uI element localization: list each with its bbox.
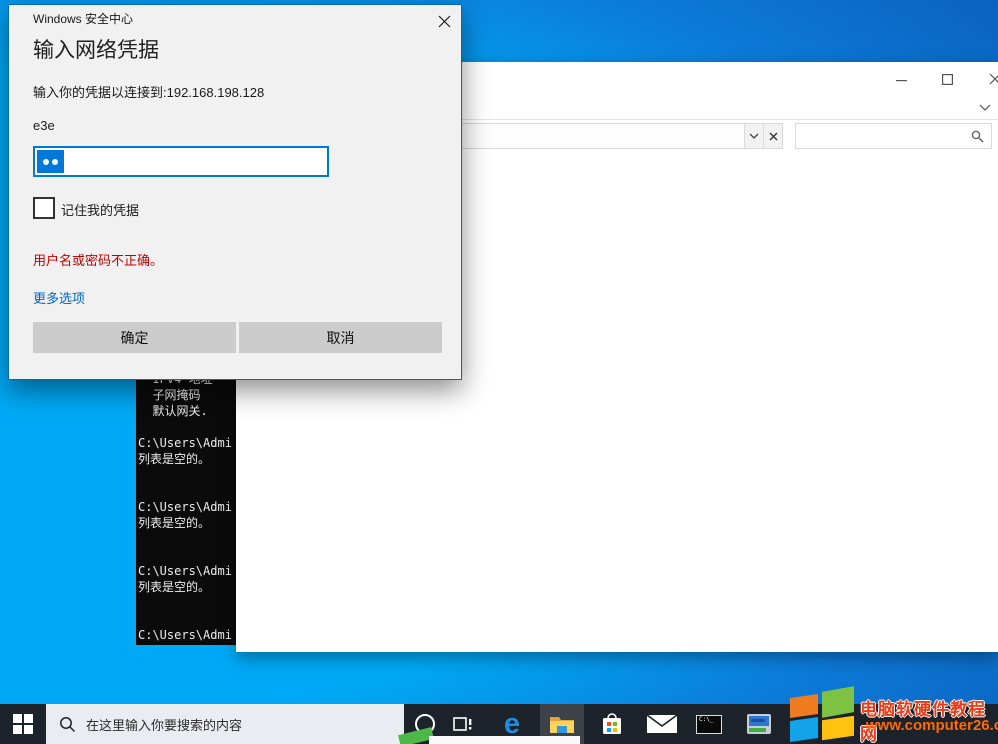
edge-icon: e	[504, 710, 520, 739]
desktop: IPv4 地址 子网掩码 默认网关. C:\Users\Admi 列表是空的。 …	[0, 0, 998, 744]
store-icon	[600, 712, 624, 736]
password-dot	[52, 159, 58, 165]
address-clear-button[interactable]	[763, 124, 782, 148]
cancel-button[interactable]: 取消	[239, 322, 442, 353]
remember-checkbox[interactable]	[33, 197, 55, 219]
explorer-search-box[interactable]	[795, 123, 992, 149]
cmd-line	[138, 611, 232, 627]
cmd-line: 列表是空的。	[138, 451, 232, 467]
command-prompt-icon: C:\_	[696, 715, 722, 734]
close-icon	[989, 73, 998, 85]
cmd-line: 列表是空的。	[138, 579, 232, 595]
command-prompt-button[interactable]: C:\_	[690, 704, 728, 744]
chevron-down-icon	[749, 133, 759, 139]
search-icon	[971, 130, 984, 143]
address-dropdown-button[interactable]	[744, 124, 763, 148]
start-button[interactable]	[0, 704, 46, 744]
password-input[interactable]	[33, 146, 329, 177]
peek-window-edge	[429, 736, 580, 744]
watermark-site-url: www.computer26.com	[866, 717, 998, 734]
cmd-line	[138, 595, 232, 611]
search-icon	[59, 716, 76, 733]
username-value: e3e	[33, 118, 55, 133]
cmd-line	[138, 531, 232, 547]
cmd-line: C:\Users\Admi	[138, 435, 232, 451]
cmd-window[interactable]: IPv4 地址 子网掩码 默认网关. C:\Users\Admi 列表是空的。 …	[136, 380, 236, 645]
mail-button[interactable]	[642, 704, 682, 744]
dialog-close-button[interactable]	[434, 11, 454, 31]
taskbar-search-box[interactable]: 在这里输入你要搜索的内容	[46, 704, 404, 744]
cmd-line: IPv4 地址	[138, 380, 232, 387]
watermark-flag-icon	[786, 688, 858, 744]
cmd-line: C:\Users\Admi	[138, 563, 232, 579]
minimize-icon	[896, 80, 907, 82]
taskbar-search-placeholder: 在这里输入你要搜索的内容	[86, 715, 242, 734]
cmd-line: 默认网关.	[138, 403, 232, 419]
more-options-link[interactable]: 更多选项	[33, 288, 85, 307]
folder-icon	[549, 714, 575, 734]
remember-label: 记住我的凭据	[61, 200, 139, 219]
ribbon-expand-button[interactable]	[974, 98, 996, 116]
chevron-down-icon	[979, 104, 991, 111]
store-button[interactable]	[594, 704, 630, 744]
cmd-line: C:\Users\Admi	[138, 499, 232, 515]
cmd-line	[138, 483, 232, 499]
cmd-line: 列表是空的。	[138, 515, 232, 531]
display-window-icon	[747, 714, 771, 734]
cmd-line	[138, 547, 232, 563]
remote-app-button[interactable]	[740, 704, 778, 744]
password-selection	[37, 150, 64, 173]
close-button[interactable]	[984, 70, 998, 88]
dialog-heading: 输入网络凭据	[33, 34, 159, 64]
credential-dialog: Windows 安全中心 输入网络凭据 输入你的凭据以连接到:192.168.1…	[8, 4, 462, 380]
cmd-line: C:\Users\Admi	[138, 627, 232, 643]
windows-logo-icon	[13, 714, 33, 734]
maximize-icon	[942, 74, 953, 85]
cmd-output: IPv4 地址 子网掩码 默认网关. C:\Users\Admi 列表是空的。 …	[138, 380, 232, 643]
task-view-icon	[453, 716, 473, 732]
error-message: 用户名或密码不正确。	[33, 250, 163, 269]
close-icon	[769, 132, 778, 141]
cmd-line: 子网掩码	[138, 387, 232, 403]
cmd-line	[138, 467, 232, 483]
cmd-line	[138, 419, 232, 435]
dialog-title: Windows 安全中心	[33, 10, 133, 27]
close-icon	[438, 15, 451, 28]
dialog-subtext: 输入你的凭据以连接到:192.168.198.128	[33, 82, 264, 101]
mail-icon	[647, 714, 677, 734]
ok-button[interactable]: 确定	[33, 322, 236, 353]
maximize-button[interactable]	[936, 70, 958, 88]
password-dot	[43, 159, 49, 165]
minimize-button[interactable]	[890, 72, 912, 90]
